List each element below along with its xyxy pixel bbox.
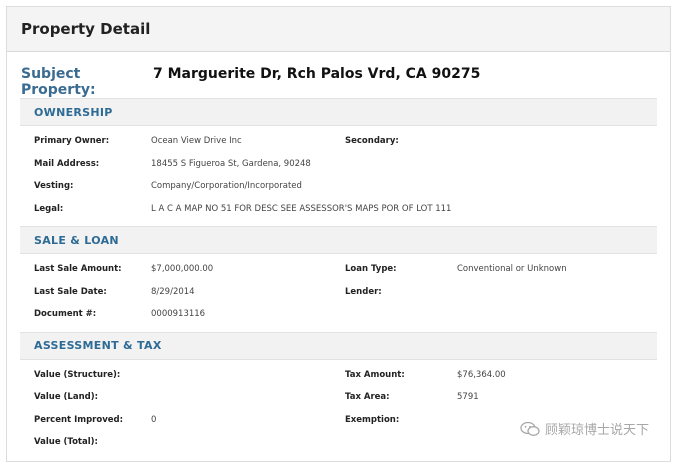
last-sale-amount-value: $7,000,000.00 <box>151 264 214 275</box>
subject-property-label: Subject Property: <box>21 66 96 98</box>
wechat-icon <box>520 421 540 436</box>
percent-improved-label: Percent Improved: <box>34 414 123 425</box>
subject-property-address: 7 Marguerite Dr, Rch Palos Vrd, CA 90275 <box>153 66 481 82</box>
ownership-row: Primary Owner: Ocean View Drive Inc Seco… <box>34 130 657 153</box>
subject-property: Subject Property: 7 Marguerite Dr, Rch P… <box>7 52 670 98</box>
assessment-row: Value (Structure): Tax Amount: $76,364.0… <box>34 364 657 387</box>
ownership-header: OWNERSHIP <box>20 98 657 126</box>
mail-address-label: Mail Address: <box>34 158 100 169</box>
loan-type-value: Conventional or Unknown <box>457 264 567 275</box>
primary-owner-label: Primary Owner: <box>34 136 110 147</box>
last-sale-date-label: Last Sale Date: <box>34 286 107 297</box>
sale-loan-row: Document #: 0000913116 <box>34 303 657 326</box>
lender-label: Lender: <box>345 286 382 297</box>
document-number-value: 0000913116 <box>151 309 206 320</box>
sale-loan-section: SALE & LOAN Last Sale Amount: $7,000,000… <box>20 226 657 332</box>
assessment-row: Value (Land): Tax Area: 5791 <box>34 386 657 409</box>
sale-loan-row: Last Sale Amount: $7,000,000.00 Loan Typ… <box>34 258 657 281</box>
value-total-label: Value (Total): <box>34 437 98 448</box>
sale-loan-header: SALE & LOAN <box>20 226 657 254</box>
assessment-tax-title: ASSESSMENT & TAX <box>34 339 162 352</box>
property-detail-panel: Property Detail Subject Property: 7 Marg… <box>6 6 671 462</box>
tax-amount-value: $76,364.00 <box>457 369 506 380</box>
last-sale-amount-label: Last Sale Amount: <box>34 264 122 275</box>
ownership-title: OWNERSHIP <box>34 105 113 119</box>
last-sale-date-value: 8/29/2014 <box>151 286 195 297</box>
document-number-label: Document #: <box>34 309 97 320</box>
panel-title: Property Detail <box>21 20 151 38</box>
mail-address-value: 18455 S Figueroa St, Gardena, 90248 <box>151 158 311 169</box>
sale-loan-row: Last Sale Date: 8/29/2014 Lender: <box>34 281 657 304</box>
tax-area-value: 5791 <box>457 392 479 403</box>
ownership-section: OWNERSHIP Primary Owner: Ocean View Driv… <box>20 98 657 226</box>
tax-amount-label: Tax Amount: <box>345 369 405 380</box>
exemption-label: Exemption: <box>345 414 400 425</box>
value-structure-label: Value (Structure): <box>34 369 121 380</box>
ownership-row: Mail Address: 18455 S Figueroa St, Garde… <box>34 153 657 176</box>
legal-value: L A C A MAP NO 51 FOR DESC SEE ASSESSOR'… <box>151 203 452 214</box>
tax-area-label: Tax Area: <box>345 392 390 403</box>
ownership-row: Vesting: Company/Corporation/Incorporate… <box>34 175 657 198</box>
watermark-text: 顾颖琼博士说天下 <box>544 423 649 438</box>
watermark: 顾颖琼博士说天下 <box>520 419 649 438</box>
loan-type-label: Loan Type: <box>345 264 397 275</box>
vesting-label: Vesting: <box>34 181 74 192</box>
legal-label: Legal: <box>34 203 64 214</box>
secondary-label: Secondary: <box>345 136 399 147</box>
sale-loan-title: SALE & LOAN <box>34 233 119 247</box>
percent-improved-value: 0 <box>151 414 157 425</box>
panel-header: Property Detail <box>7 7 670 52</box>
value-land-label: Value (Land): <box>34 392 98 403</box>
vesting-value: Company/Corporation/Incorporated <box>151 181 302 192</box>
assessment-tax-header: ASSESSMENT & TAX <box>20 331 657 360</box>
assessment-tax-section: ASSESSMENT & TAX Value (Structure): Tax … <box>20 331 657 460</box>
ownership-row: Legal: L A C A MAP NO 51 FOR DESC SEE AS… <box>34 198 657 221</box>
primary-owner-value: Ocean View Drive Inc <box>151 136 242 147</box>
